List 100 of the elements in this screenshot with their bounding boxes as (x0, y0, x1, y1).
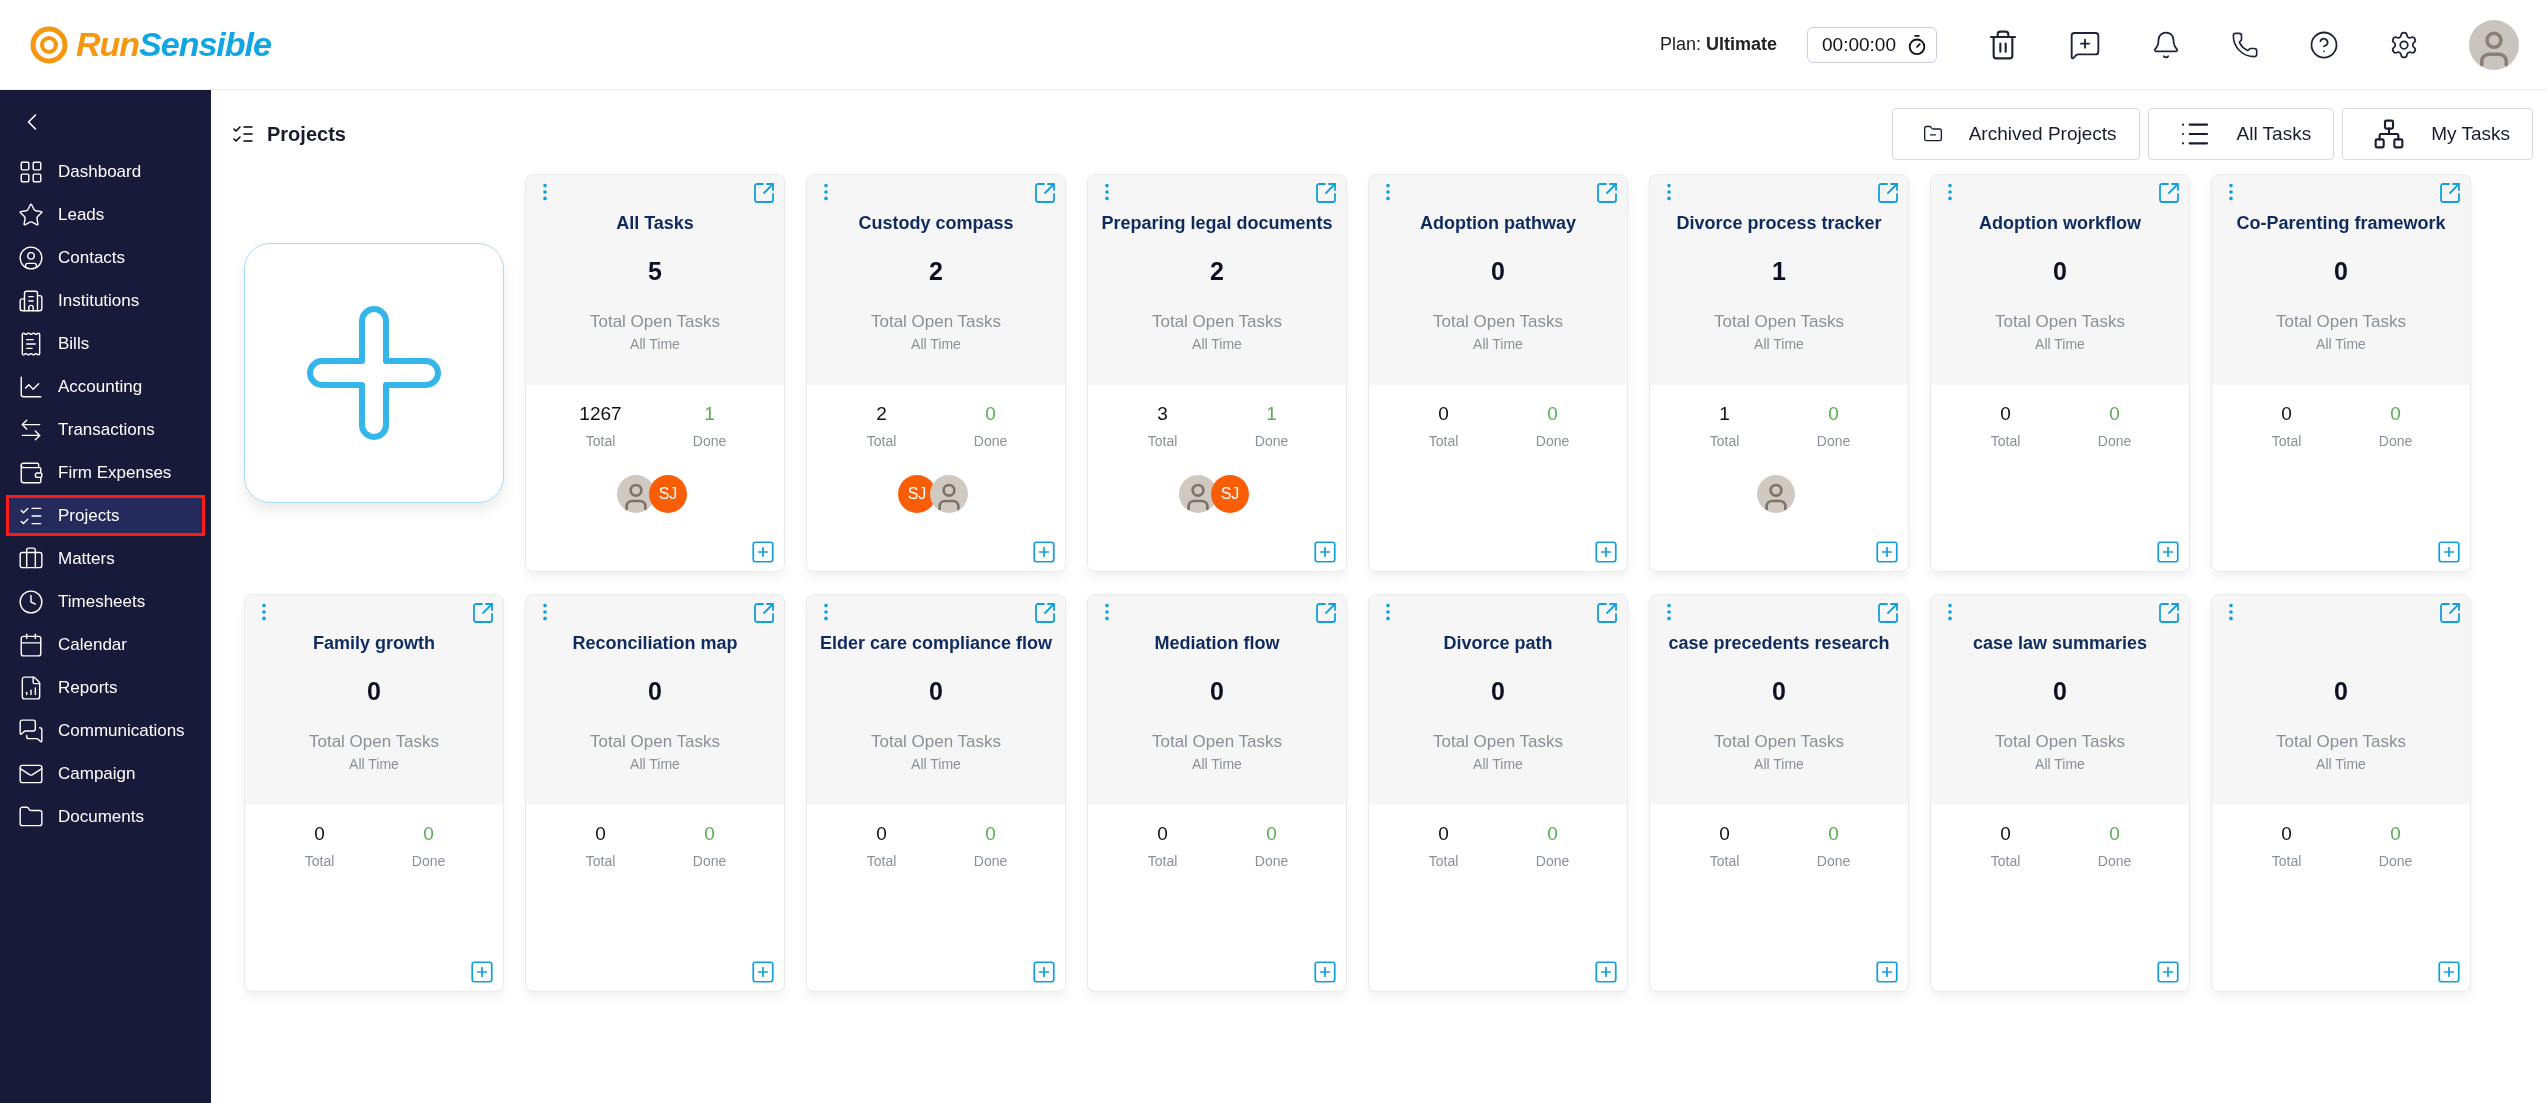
add-task-icon[interactable] (2436, 539, 2462, 565)
open-external-icon[interactable] (752, 181, 776, 205)
project-card[interactable]: Divorce process tracker 1 Total Open Tasks All Time 1 Total 0 Done (1649, 174, 1909, 572)
total-count: 0 (2000, 823, 2011, 845)
add-task-icon[interactable] (1031, 959, 1057, 985)
sidebar-item[interactable]: Reports (6, 667, 205, 708)
open-task-count: 0 (2053, 257, 2067, 286)
project-card[interactable]: case law summaries 0 Total Open Tasks All Time 0 Total 0 Done (1930, 594, 2190, 992)
total-label: Total (1147, 433, 1178, 449)
open-external-icon[interactable] (1876, 601, 1900, 625)
add-task-icon[interactable] (2155, 539, 2181, 565)
open-tasks-label: Total Open Tasks (870, 312, 1002, 332)
user-avatar[interactable] (2469, 19, 2519, 70)
add-task-icon[interactable] (750, 539, 776, 565)
open-external-icon[interactable] (1595, 601, 1619, 625)
add-task-icon[interactable] (1031, 539, 1057, 565)
add-task-icon[interactable] (1593, 959, 1619, 985)
project-title: Adoption workflow (1979, 213, 2141, 235)
sidebar-item[interactable]: Documents (6, 796, 205, 837)
open-external-icon[interactable] (1876, 181, 1900, 205)
project-title: Adoption pathway (1420, 213, 1576, 235)
timer-display[interactable]: 00:00:00 (1807, 26, 1937, 63)
calendar-icon (18, 631, 44, 658)
open-external-icon[interactable] (2438, 181, 2462, 205)
help-icon[interactable] (2309, 29, 2339, 60)
project-card[interactable]: Custody compass 2 Total Open Tasks All Time 2 Total 0 Done SJ (806, 174, 1066, 572)
add-task-icon[interactable] (1312, 539, 1338, 565)
add-task-icon[interactable] (1312, 959, 1338, 985)
toolbar-button[interactable]: My Tasks (2342, 108, 2533, 160)
open-tasks-label: Total Open Tasks (308, 732, 440, 752)
project-card[interactable]: Adoption pathway 0 Total Open Tasks All Time 0 Total 0 Done (1368, 174, 1628, 572)
settings-icon[interactable] (2389, 29, 2419, 60)
total-count: 0 (876, 823, 887, 845)
total-count: 0 (314, 823, 325, 845)
open-tasks-label: Total Open Tasks (1713, 732, 1845, 752)
sidebar-item[interactable]: Timesheets (6, 581, 205, 622)
project-title: Family growth (313, 633, 435, 655)
total-count: 0 (1157, 823, 1168, 845)
sidebar-item[interactable]: Leads (6, 194, 205, 235)
done-label: Done (1535, 853, 1570, 869)
add-task-icon[interactable] (1874, 539, 1900, 565)
sidebar-item[interactable]: Calendar (6, 624, 205, 665)
period-label: All Time (1473, 756, 1523, 772)
open-external-icon[interactable] (471, 601, 495, 625)
sidebar-item[interactable]: Transactions (6, 409, 205, 450)
done-count: 0 (1266, 823, 1277, 845)
project-card[interactable]: Preparing legal documents 2 Total Open Tasks All Time 3 Total 1 Done SJ (1087, 174, 1347, 572)
project-title: Divorce path (1443, 633, 1553, 655)
add-project-button[interactable] (244, 243, 504, 503)
open-external-icon[interactable] (2157, 601, 2181, 625)
period-label: All Time (911, 756, 961, 772)
open-external-icon[interactable] (1595, 181, 1619, 205)
sidebar-item[interactable]: Communications (6, 710, 205, 751)
total-count: 0 (2281, 823, 2292, 845)
open-external-icon[interactable] (2438, 601, 2462, 625)
project-card[interactable]: Elder care compliance flow 0 Total Open Tasks All Time 0 Total 0 Done (806, 594, 1066, 992)
open-external-icon[interactable] (752, 601, 776, 625)
project-title: case law summaries (1972, 633, 2148, 655)
open-external-icon[interactable] (1033, 601, 1057, 625)
sidebar-item[interactable]: Firm Expenses (6, 452, 205, 493)
add-task-icon[interactable] (2155, 959, 2181, 985)
project-card[interactable]: case precedents research 0 Total Open Tasks All Time 0 Total 0 Done (1649, 594, 1909, 992)
done-count: 1 (704, 403, 715, 425)
project-card[interactable]: Mediation flow 0 Total Open Tasks All Time 0 Total 0 Done (1087, 594, 1347, 992)
period-label: All Time (2316, 756, 2366, 772)
add-task-icon[interactable] (1874, 959, 1900, 985)
open-external-icon[interactable] (1314, 601, 1338, 625)
trash-icon[interactable] (1987, 28, 2019, 61)
phone-icon[interactable] (2231, 30, 2259, 59)
project-card[interactable]: Reconciliation map 0 Total Open Tasks All Time 0 Total 0 Done (525, 594, 785, 992)
done-label: Done (692, 853, 727, 869)
project-card[interactable]: Co-Parenting framework 0 Total Open Tasks All Time 0 Total 0 Done (2211, 174, 2471, 572)
open-external-icon[interactable] (1314, 181, 1338, 205)
sidebar-item[interactable]: Institutions (6, 280, 205, 321)
add-task-icon[interactable] (750, 959, 776, 985)
project-card[interactable]: Family growth 0 Total Open Tasks All Time 0 Total 0 Done (244, 594, 504, 992)
project-card[interactable]: 0 Total Open Tasks All Time 0 Total 0 Done (2211, 594, 2471, 992)
sidebar-item[interactable]: Bills (6, 323, 205, 364)
sidebar-item[interactable]: Contacts (6, 237, 205, 278)
project-card[interactable]: All Tasks 5 Total Open Tasks All Time 1267 Total 1 Done SJ (525, 174, 785, 572)
total-count: 0 (1438, 403, 1449, 425)
sidebar-item[interactable]: Campaign (6, 753, 205, 794)
open-external-icon[interactable] (1033, 181, 1057, 205)
project-title: Mediation flow (1154, 633, 1280, 655)
project-card[interactable]: Adoption workflow 0 Total Open Tasks All Time 0 Total 0 Done (1930, 174, 2190, 572)
sidebar-item[interactable]: Projects (6, 495, 205, 536)
toolbar-button[interactable]: Archived Projects (1891, 108, 2140, 160)
add-task-icon[interactable] (2436, 959, 2462, 985)
sidebar-item[interactable]: Matters (6, 538, 205, 579)
toolbar-button[interactable]: All Tasks (2147, 108, 2335, 160)
open-tasks-label: Total Open Tasks (589, 312, 721, 332)
sidebar-item[interactable]: Dashboard (6, 151, 205, 192)
sidebar-item[interactable]: Accounting (6, 366, 205, 407)
notification-icon[interactable] (2151, 29, 2181, 60)
total-count: 0 (595, 823, 606, 845)
project-card[interactable]: Divorce path 0 Total Open Tasks All Time 0 Total 0 Done (1368, 594, 1628, 992)
add-task-icon[interactable] (1593, 539, 1619, 565)
add-task-icon[interactable] (469, 959, 495, 985)
open-external-icon[interactable] (2157, 181, 2181, 205)
folder-icon (1922, 124, 1943, 144)
